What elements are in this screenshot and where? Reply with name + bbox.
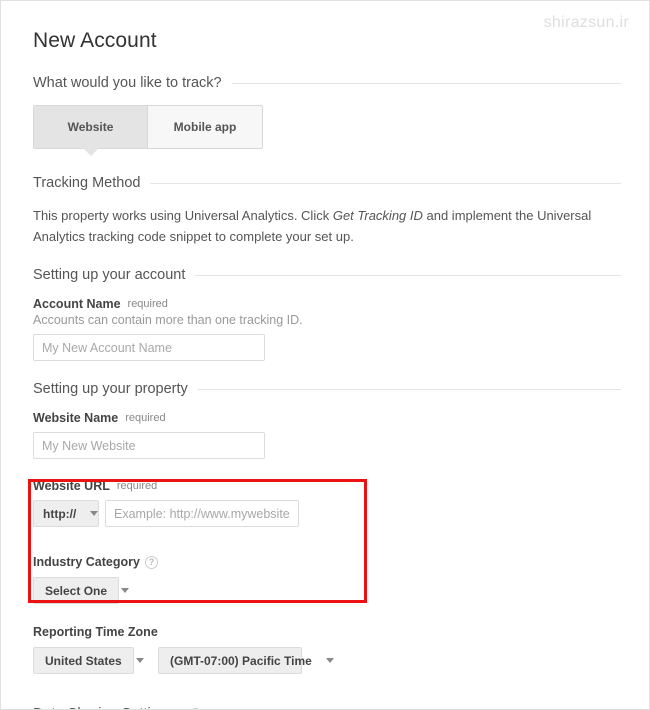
chevron-down-icon bbox=[90, 511, 99, 516]
chevron-down-icon bbox=[135, 658, 144, 663]
tracking-method-description: This property works using Universal Anal… bbox=[33, 205, 621, 247]
reporting-timezone-row: United States (GMT-07:00) Pacific Time bbox=[33, 647, 621, 674]
watermark: shirazsun.ir bbox=[543, 14, 629, 31]
account-name-label: Account Name bbox=[33, 297, 121, 311]
timezone-value: (GMT-07:00) Pacific Time bbox=[170, 653, 312, 668]
section-header-tracking-method-label: Tracking Method bbox=[33, 175, 141, 191]
section-divider bbox=[195, 274, 621, 276]
timezone-country-dropdown[interactable]: United States bbox=[33, 647, 144, 674]
section-divider bbox=[197, 388, 621, 390]
industry-category-label-row: Industry Category ? bbox=[33, 555, 621, 569]
account-name-required: required bbox=[127, 298, 168, 310]
section-header-data-sharing: Data Sharing Settings ? bbox=[33, 706, 621, 709]
section-header-tracking-method: Tracking Method bbox=[33, 175, 621, 191]
tracking-desc-part1: This property works using Universal Anal… bbox=[33, 208, 333, 223]
industry-category-label: Industry Category bbox=[33, 555, 140, 569]
website-url-label-row: Website URL required bbox=[33, 479, 621, 493]
tab-website[interactable]: Website bbox=[34, 106, 148, 148]
website-url-required: required bbox=[116, 480, 158, 492]
chevron-down-icon bbox=[121, 588, 130, 593]
section-header-account-label: Setting up your account bbox=[33, 267, 186, 283]
section-header-track: What would you like to track? bbox=[33, 75, 621, 91]
section-header-track-label: What would you like to track? bbox=[33, 75, 222, 91]
timezone-country-value: United States bbox=[45, 653, 122, 668]
page-title: New Account bbox=[33, 29, 157, 52]
tab-selected-pointer-icon bbox=[83, 148, 99, 156]
section-header-property: Setting up your property bbox=[33, 381, 621, 397]
website-url-row: http:// bbox=[33, 500, 621, 527]
reporting-timezone-label-row: Reporting Time Zone bbox=[33, 625, 621, 639]
track-type-tabs: Website Mobile app bbox=[33, 105, 263, 149]
account-name-label-row: Account Name required bbox=[33, 297, 621, 311]
account-name-input[interactable] bbox=[33, 334, 265, 361]
page-content: New Account What would you like to track… bbox=[1, 1, 649, 709]
website-url-input[interactable] bbox=[105, 500, 299, 527]
section-header-account: Setting up your account bbox=[33, 267, 621, 283]
section-header-data-sharing-label: Data Sharing Settings bbox=[33, 706, 184, 709]
new-account-page: shirazsun.ir New Account What would you … bbox=[0, 0, 650, 710]
website-name-required: required bbox=[125, 412, 166, 424]
website-name-input[interactable] bbox=[33, 432, 265, 459]
track-type-tabs-wrapper: Website Mobile app bbox=[33, 105, 621, 156]
tab-mobile-app[interactable]: Mobile app bbox=[148, 106, 262, 148]
industry-category-dropdown[interactable]: Select One bbox=[33, 577, 130, 604]
section-header-property-label: Setting up your property bbox=[33, 381, 188, 397]
industry-category-value: Select One bbox=[45, 583, 108, 598]
protocol-dropdown-value: http:// bbox=[43, 506, 77, 521]
website-url-label: Website URL bbox=[33, 479, 110, 493]
account-name-hint: Accounts can contain more than one track… bbox=[33, 313, 303, 327]
protocol-dropdown[interactable]: http:// bbox=[33, 500, 99, 527]
website-name-label: Website Name bbox=[33, 411, 119, 425]
tracking-desc-italic: Get Tracking ID bbox=[332, 208, 423, 223]
section-divider bbox=[231, 82, 621, 84]
reporting-timezone-label: Reporting Time Zone bbox=[33, 625, 158, 639]
timezone-dropdown[interactable]: (GMT-07:00) Pacific Time bbox=[158, 647, 334, 674]
section-divider bbox=[150, 182, 621, 184]
help-question-icon[interactable]: ? bbox=[144, 555, 158, 569]
chevron-down-icon bbox=[325, 658, 334, 663]
website-name-label-row: Website Name required bbox=[33, 411, 621, 425]
